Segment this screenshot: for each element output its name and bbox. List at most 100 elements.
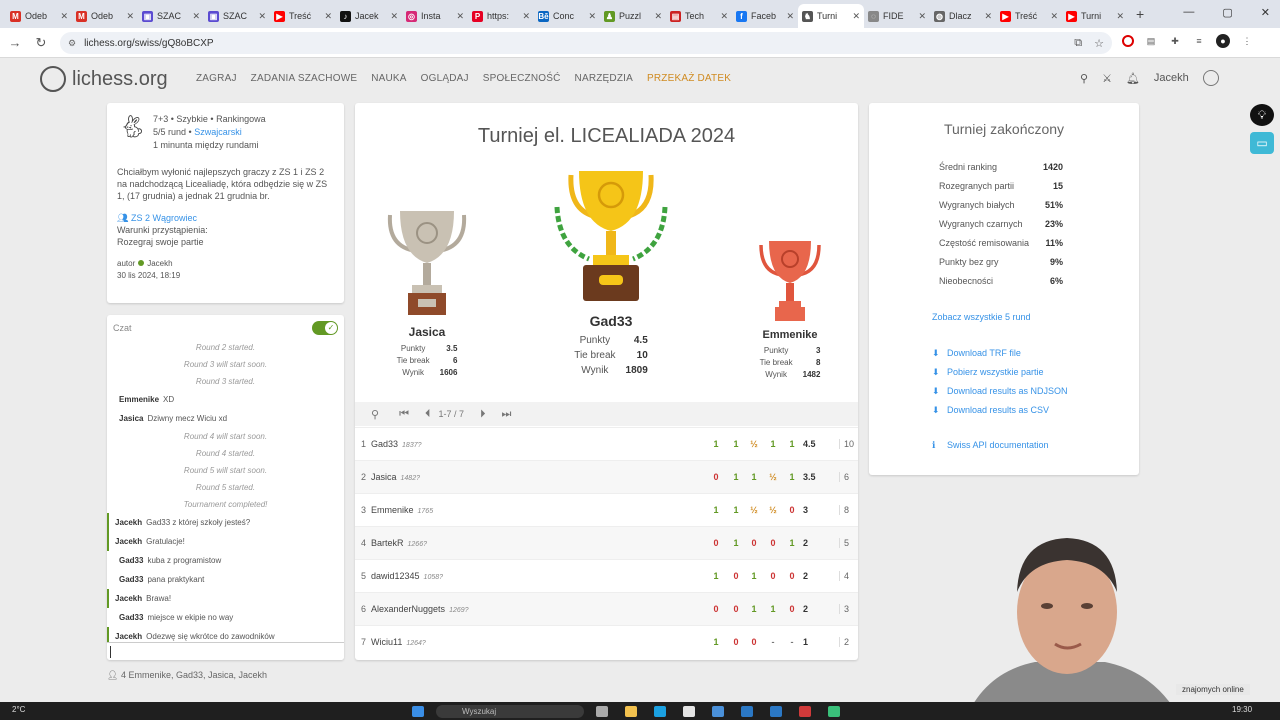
tab-close-icon[interactable]: ✕ xyxy=(1116,11,1124,22)
round-score[interactable]: 1 xyxy=(745,571,763,581)
browser-tab[interactable]: ▣ SZAC ✕ xyxy=(204,4,270,28)
table-row[interactable]: 2 Jasica 1482? 0 1 1 ½ 1 3.5 6 xyxy=(355,460,858,493)
user-avatar-icon[interactable] xyxy=(1202,70,1219,86)
browser-tab[interactable]: M Odeb ✕ xyxy=(72,4,138,28)
install-icon[interactable]: ⧉ xyxy=(1074,37,1082,50)
download-link[interactable]: ⬇ Download results as CSV xyxy=(932,405,1049,415)
first-player-name[interactable]: Gad33 xyxy=(547,313,675,329)
round-score[interactable]: 1 xyxy=(727,538,745,548)
table-row[interactable]: 6 AlexanderNuggets 1269? 0 0 1 1 0 2 3 xyxy=(355,592,858,625)
prev-page-icon[interactable]: ⏴ xyxy=(425,408,431,421)
round-score[interactable]: ½ xyxy=(764,505,782,515)
cast-icon[interactable]: ▭ xyxy=(1250,132,1274,154)
round-score[interactable]: 1 xyxy=(764,439,782,449)
url-field[interactable]: ⚙ lichess.org/swiss/gQ8oBCXP ⧉ ☆ xyxy=(60,32,1112,54)
minimize-icon[interactable]: — xyxy=(1183,6,1194,19)
round-score[interactable]: 1 xyxy=(707,439,725,449)
tab-close-icon[interactable]: ✕ xyxy=(918,11,926,22)
tab-close-icon[interactable]: ✕ xyxy=(654,11,662,22)
edge-icon[interactable] xyxy=(654,706,666,717)
browser-tab[interactable]: M Odeb ✕ xyxy=(6,4,72,28)
browser-tab[interactable]: ▶ Treść ✕ xyxy=(270,4,336,28)
download-link[interactable]: ⬇ Download results as NDJSON xyxy=(932,386,1068,396)
bulb-icon[interactable]: 💡︎ xyxy=(1250,104,1274,126)
chat-author[interactable]: Gad33 xyxy=(119,575,143,584)
tab-close-icon[interactable]: ✕ xyxy=(192,11,200,22)
browser-tab[interactable]: Bē Conc ✕ xyxy=(534,4,600,28)
round-score[interactable]: 0 xyxy=(783,505,801,515)
browser-tab[interactable]: ▣ SZAC ✕ xyxy=(138,4,204,28)
browser-tab[interactable]: ◌ FIDE ✕ xyxy=(864,4,930,28)
team-link[interactable]: 👥︎ ZS 2 Wągrowiec xyxy=(117,212,334,224)
download-link[interactable]: ⬇ Pobierz wszystkie partie xyxy=(932,367,1044,377)
round-score[interactable]: 1 xyxy=(745,604,763,614)
round-score[interactable]: 1 xyxy=(745,472,763,482)
chat-author[interactable]: Jacekh xyxy=(115,594,142,603)
app-icon[interactable] xyxy=(770,706,782,717)
menu-item-play[interactable]: ZAGRAJ xyxy=(196,73,237,84)
tab-close-icon[interactable]: ✕ xyxy=(720,11,728,22)
table-row[interactable]: 7 Wiciu11 1264? 1 0 0- -1 2 xyxy=(355,625,858,658)
player-name[interactable]: AlexanderNuggets 1269? xyxy=(371,604,469,614)
table-row[interactable]: 3 Emmenike 1765 1 1 ½ ½ 0 3 8 xyxy=(355,493,858,526)
challenge-icon[interactable]: ⚔ xyxy=(1102,72,1112,85)
opera-icon[interactable] xyxy=(1122,35,1134,47)
browser-tab[interactable]: Phttps: ✕ xyxy=(468,4,534,28)
extension-icon[interactable]: ▤ xyxy=(1144,34,1158,48)
tab-close-icon[interactable]: ✕ xyxy=(1050,11,1058,22)
download-link[interactable]: ⬇ Download TRF file xyxy=(932,348,1021,358)
profile-icon[interactable]: ● xyxy=(1216,34,1230,48)
browser-tab[interactable]: ♪ Jacek ✕ xyxy=(336,4,402,28)
app-icon[interactable] xyxy=(741,706,753,717)
round-score[interactable]: 0 xyxy=(745,637,763,647)
browser-tab[interactable]: ▶ Treść ✕ xyxy=(996,4,1062,28)
notification-bell-icon[interactable]: 🔔︎ xyxy=(1126,72,1140,85)
search-icon[interactable]: ⚲ xyxy=(371,408,379,421)
chat-author[interactable]: Jacekh xyxy=(115,537,142,546)
third-player-name[interactable]: Emmenike xyxy=(745,329,835,341)
maximize-icon[interactable]: ▢ xyxy=(1222,6,1232,19)
round-score[interactable]: 1 xyxy=(783,538,801,548)
round-score[interactable]: 0 xyxy=(783,604,801,614)
round-score[interactable]: 0 xyxy=(727,571,745,581)
taskbar-search[interactable]: Wyszukaj xyxy=(436,705,584,718)
puzzle-icon[interactable]: ✚ xyxy=(1168,34,1182,48)
round-score[interactable]: 0 xyxy=(764,538,782,548)
round-score[interactable]: ½ xyxy=(745,439,763,449)
chat-author[interactable]: Jacekh xyxy=(115,632,142,641)
round-score[interactable]: 1 xyxy=(727,439,745,449)
round-score[interactable]: - xyxy=(783,637,801,647)
chat-input[interactable] xyxy=(107,642,344,660)
browser-tab[interactable]: ◎ Insta ✕ xyxy=(402,4,468,28)
swiss-link[interactable]: Szwajcarski xyxy=(194,127,242,137)
browser-tab[interactable]: ♟ Puzzl ✕ xyxy=(600,4,666,28)
second-player-name[interactable]: Jasica xyxy=(375,325,479,339)
tab-close-icon[interactable]: ✕ xyxy=(522,11,530,22)
menu-item-puzzles[interactable]: ZADANIA SZACHOWE xyxy=(251,73,358,84)
chat-toggle[interactable] xyxy=(312,321,338,335)
close-window-icon[interactable]: ✕ xyxy=(1261,6,1270,19)
notification-toast[interactable]: znajomych online xyxy=(1176,684,1250,695)
file-explorer-icon[interactable] xyxy=(625,706,637,717)
media-icon[interactable]: ≡ xyxy=(1192,34,1206,48)
round-score[interactable]: 0 xyxy=(783,571,801,581)
round-score[interactable]: 1 xyxy=(783,439,801,449)
browser-tab[interactable]: ▤ Tech ✕ xyxy=(666,4,732,28)
round-score[interactable]: 1 xyxy=(707,505,725,515)
player-name[interactable]: Emmenike 1765 xyxy=(371,505,433,515)
menu-item-community[interactable]: SPOŁECZNOŚĆ xyxy=(483,73,561,84)
round-score[interactable]: - xyxy=(764,637,782,647)
round-score[interactable]: 1 xyxy=(707,571,725,581)
round-score[interactable]: 0 xyxy=(707,604,725,614)
table-row[interactable]: 4 BartekR 1266? 0 1 0 0 1 2 5 xyxy=(355,526,858,559)
chat-author[interactable]: Jacekh xyxy=(115,518,142,527)
round-score[interactable]: 0 xyxy=(727,604,745,614)
round-score[interactable]: 0 xyxy=(764,571,782,581)
task-view-icon[interactable] xyxy=(596,706,608,717)
round-score[interactable]: ½ xyxy=(764,472,782,482)
round-score[interactable]: 0 xyxy=(745,538,763,548)
api-docs-link[interactable]: ℹ Swiss API documentation xyxy=(932,440,1049,450)
browser-tab[interactable]: ◍ Dlacz ✕ xyxy=(930,4,996,28)
back-icon[interactable]: → xyxy=(4,35,26,50)
menu-item-tools[interactable]: NARZĘDZIA xyxy=(575,73,633,84)
